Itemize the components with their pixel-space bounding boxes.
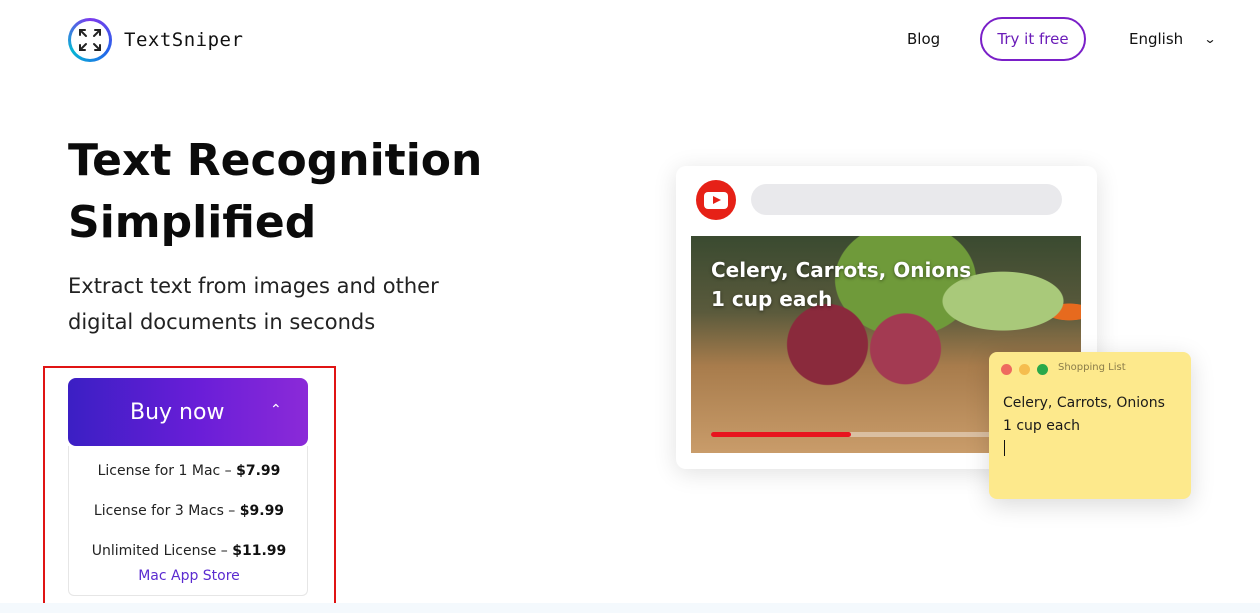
text-cursor	[1004, 440, 1005, 456]
shopping-list-note: Shopping List Celery, Carrots, Onions 1 …	[989, 352, 1191, 499]
maximize-dot-icon	[1037, 364, 1048, 375]
brand-logo[interactable]: TextSniper	[68, 18, 243, 62]
hero-title-line: Simplified	[68, 197, 317, 248]
hero-title: Text Recognition Simplified	[68, 130, 528, 254]
try-free-button[interactable]: Try it free	[980, 17, 1086, 61]
video-caption: Celery, Carrots, Onions 1 cup each	[711, 258, 972, 311]
mac-app-store-link[interactable]: Mac App Store	[69, 568, 309, 584]
buy-now-button[interactable]: Buy now ⌃	[68, 378, 308, 446]
page: TextSniper Blog Try it free English ⌄ Te…	[0, 0, 1260, 613]
note-text: Celery, Carrots, Onions 1 cup each	[1003, 392, 1165, 461]
url-bar-placeholder	[751, 184, 1062, 215]
hero-title-line: Text Recognition	[68, 135, 483, 186]
brand-name: TextSniper	[124, 29, 244, 51]
license-dropdown: License for 1 Mac – $7.99 License for 3 …	[68, 446, 308, 596]
close-dot-icon	[1001, 364, 1012, 375]
video-progress-fill	[711, 432, 852, 437]
license-price: $11.99	[232, 543, 287, 559]
hero-subtitle: Extract text from images and other digit…	[68, 268, 488, 340]
chevron-up-icon: ⌃	[270, 402, 282, 418]
license-option-unlimited[interactable]: Unlimited License – $11.99	[69, 543, 309, 559]
note-title: Shopping List	[1058, 362, 1126, 373]
nav-blog-link[interactable]: Blog	[907, 30, 940, 48]
youtube-icon	[696, 180, 736, 220]
scan-corners-icon	[68, 18, 112, 62]
minimize-dot-icon	[1019, 364, 1030, 375]
license-price: $9.99	[239, 503, 285, 519]
language-label: English	[1129, 30, 1184, 48]
buy-now-label: Buy now	[130, 400, 225, 425]
language-selector[interactable]: English ⌄	[1129, 30, 1217, 48]
hero-subtitle-line: Extract text from images and other	[68, 274, 439, 298]
next-section-edge	[0, 603, 1260, 613]
license-option-3-macs[interactable]: License for 3 Macs – $9.99	[69, 503, 309, 519]
license-option-1-mac[interactable]: License for 1 Mac – $7.99	[69, 463, 309, 479]
hero-subtitle-line: digital documents in seconds	[68, 310, 376, 334]
license-price: $7.99	[236, 463, 281, 479]
chevron-down-icon: ⌄	[1203, 32, 1217, 46]
